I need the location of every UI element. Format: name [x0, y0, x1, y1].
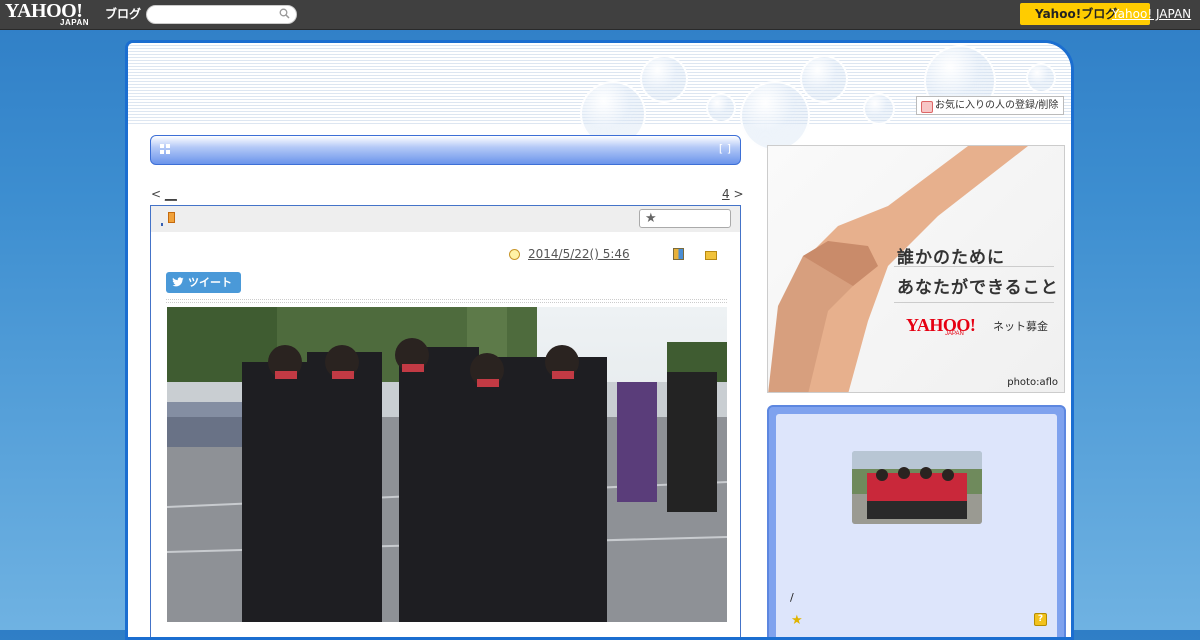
search-icon[interactable]	[279, 8, 290, 22]
article-icon	[168, 212, 175, 223]
bubble-decoration	[740, 81, 810, 151]
bubble-decoration	[1026, 63, 1056, 93]
folder-icon[interactable]	[705, 251, 717, 260]
favorite-star-button[interactable]: ★	[639, 209, 731, 228]
bubble-decoration	[800, 55, 848, 103]
blog-entry: ★ 2014/5/22() 5:46 ツイート	[150, 205, 741, 637]
profile-panel: / ★ ?	[767, 405, 1066, 637]
net-donation-ad[interactable]: 誰かのために あなたができること YAHOO! JAPAN ネット募金 phot…	[767, 145, 1065, 393]
yahoo-japan-link[interactable]: Yahoo! JAPAN	[1112, 7, 1191, 21]
ad-service-name: ネット募金	[993, 320, 1048, 333]
ad-yahoo-logo: YAHOO!	[906, 315, 976, 335]
title-brackets: [ ]	[718, 142, 731, 155]
prev-link[interactable]: __	[165, 187, 177, 201]
divider	[166, 302, 727, 303]
search-input[interactable]	[155, 7, 284, 24]
article-title-bar: [ ]	[150, 135, 741, 165]
next-article-nav[interactable]: 4 >	[722, 187, 744, 201]
blog-header: お気に入りの人の登録/削除	[128, 43, 1071, 151]
favorite-label: お気に入りの人の登録/削除	[935, 100, 1059, 111]
yahoo-blog-logo[interactable]: YAHOO! JAPAN ブログ	[5, 1, 141, 27]
twitter-bird-icon	[172, 277, 184, 287]
ad-headline-1: 誰かのために	[897, 248, 1005, 268]
prev-article-nav[interactable]: < __	[151, 187, 177, 201]
tweet-label: ツイート	[188, 276, 232, 289]
blog-frame: お気に入りの人の登録/削除 [ ] < __ 4 > ★ 2014/5/22()…	[125, 40, 1074, 640]
star-icon: ★	[645, 211, 657, 226]
profile-text: /	[790, 591, 794, 604]
profile-image[interactable]	[852, 451, 982, 524]
handshake-image	[768, 146, 1028, 392]
divider	[894, 266, 1054, 267]
profile-inner: / ★ ?	[776, 414, 1057, 637]
next-link[interactable]: 4	[722, 187, 730, 201]
top-bar: YAHOO! JAPAN ブログ Yahoo!ブログ Yahoo! JAPAN	[0, 0, 1200, 30]
ad-photo-credit: photo:aflo	[1007, 377, 1058, 388]
bubble-decoration	[863, 93, 895, 125]
entry-header: ★	[151, 206, 740, 232]
clock-icon	[509, 249, 520, 260]
entry-meta: 2014/5/22() 5:46	[509, 247, 723, 263]
entry-photo[interactable]	[167, 307, 727, 622]
grid-icon	[160, 144, 171, 155]
favorite-register-button[interactable]: お気に入りの人の登録/削除	[916, 96, 1064, 115]
search-box	[146, 5, 297, 24]
bubble-decoration	[706, 93, 736, 123]
divider	[894, 302, 1054, 303]
book-icon[interactable]	[673, 248, 684, 260]
entry-title-mark	[161, 223, 163, 226]
divider	[166, 299, 727, 300]
next-arrow: >	[733, 187, 744, 201]
ad-headline-2: あなたができること	[897, 278, 1059, 298]
star-icon[interactable]: ★	[791, 613, 803, 628]
blog-logo-text: ブログ	[105, 7, 142, 21]
entry-datetime[interactable]: 2014/5/22() 5:46	[528, 247, 630, 261]
ad-yahoo-logo-sub: JAPAN	[945, 331, 964, 337]
help-icon[interactable]: ?	[1034, 613, 1047, 626]
tweet-button[interactable]: ツイート	[166, 272, 241, 293]
bubble-decoration	[640, 55, 688, 103]
heart-icon	[921, 101, 933, 113]
prev-arrow: <	[151, 187, 162, 201]
yahoo-logo-sub: JAPAN	[60, 18, 90, 27]
